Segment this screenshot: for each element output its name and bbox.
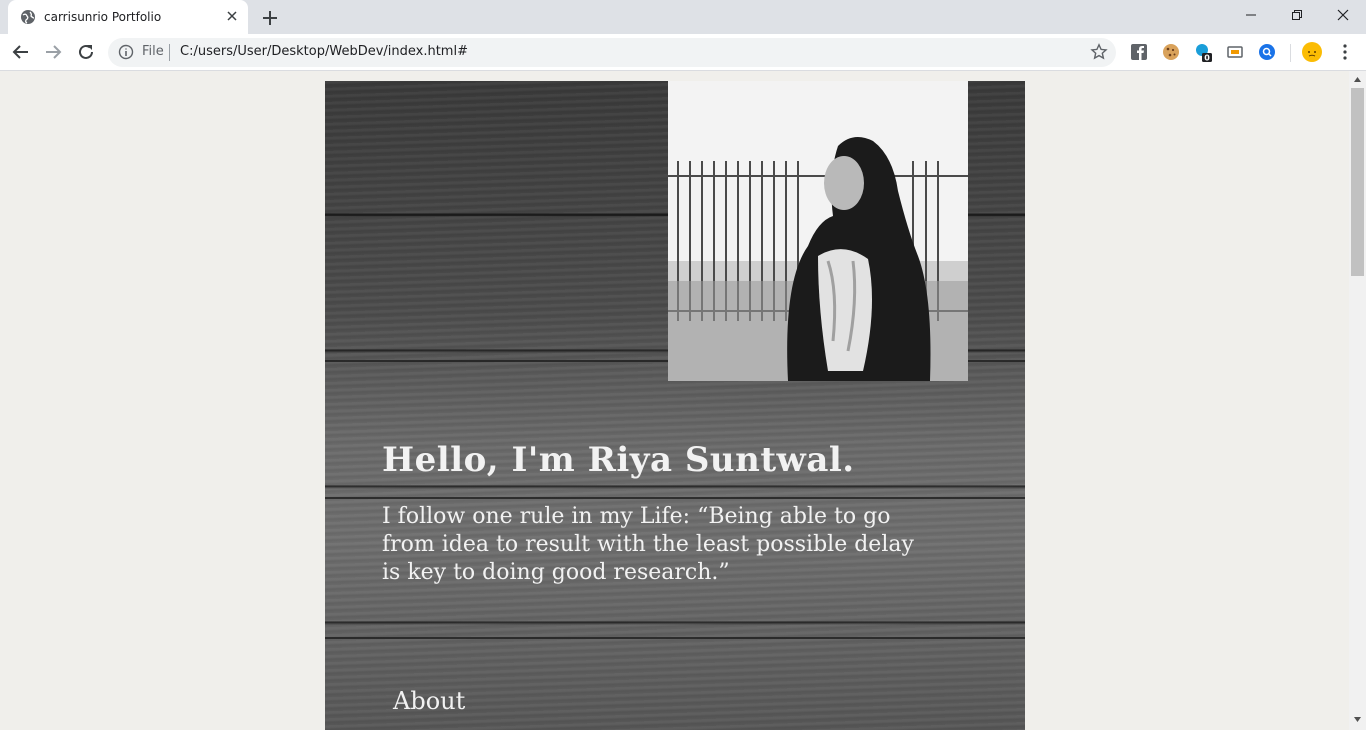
bookmark-star-icon[interactable] [1090, 43, 1108, 61]
page-viewport: Hello, I'm Riya Suntwal. I follow one ru… [0, 71, 1349, 730]
close-icon [1337, 9, 1349, 21]
browser-tab[interactable]: carrisunrio Portfolio [8, 0, 248, 34]
minimize-button[interactable] [1228, 0, 1274, 30]
info-icon[interactable] [118, 44, 134, 60]
globe-icon [21, 10, 35, 24]
arrow-right-icon [46, 45, 62, 59]
scheme-label: File [142, 44, 164, 59]
tab-strip: carrisunrio Portfolio [0, 0, 1366, 34]
vertical-scrollbar[interactable] [1349, 71, 1366, 730]
hero-quote: I follow one rule in my Life: “Being abl… [382, 504, 914, 585]
restore-button[interactable] [1274, 0, 1320, 30]
portrait-image [668, 81, 968, 381]
scroll-down-icon[interactable] [1353, 715, 1362, 724]
menu-kebab-icon[interactable] [1335, 42, 1355, 62]
close-window-button[interactable] [1320, 0, 1366, 30]
new-tab-icon[interactable] [259, 7, 281, 29]
scrollbar-thumb[interactable] [1351, 88, 1364, 276]
browser-toolbar: File C:/users/User/Desktop/WebDev/index.… [0, 34, 1366, 71]
extension-badge-count: 0 [1204, 54, 1210, 63]
minimize-icon [1246, 14, 1256, 16]
forward-button[interactable] [41, 40, 65, 64]
scroll-up-icon[interactable] [1353, 75, 1362, 84]
profile-avatar-icon[interactable] [1301, 41, 1323, 63]
close-tab-icon[interactable] [224, 8, 240, 24]
address-bar[interactable]: File C:/users/User/Desktop/WebDev/index.… [108, 38, 1116, 67]
cookie-icon[interactable] [1161, 42, 1181, 62]
cast-icon[interactable] [1225, 42, 1245, 62]
wood-plank-seam [325, 497, 1025, 499]
facebook-icon[interactable] [1129, 42, 1149, 62]
wood-plank-seam [325, 637, 1025, 639]
hero-greeting: Hello, I'm Riya Suntwal. [382, 440, 855, 480]
nav-link-about[interactable]: About [393, 687, 465, 715]
hero-section: Hello, I'm Riya Suntwal. I follow one ru… [325, 81, 1025, 730]
reload-icon [79, 44, 93, 59]
search-extension-icon[interactable] [1257, 42, 1277, 62]
url-text[interactable]: C:/users/User/Desktop/WebDev/index.html# [180, 44, 468, 59]
reload-button[interactable] [74, 40, 98, 64]
profile-photo [668, 81, 968, 381]
arrow-left-icon [12, 45, 28, 59]
restore-icon [1292, 10, 1302, 20]
toolbar-divider [1290, 44, 1291, 62]
omnibox-divider [169, 44, 170, 61]
tab-title: carrisunrio Portfolio [44, 10, 162, 24]
back-button[interactable] [9, 40, 33, 64]
counter-extension-icon[interactable]: 0 [1193, 42, 1213, 62]
